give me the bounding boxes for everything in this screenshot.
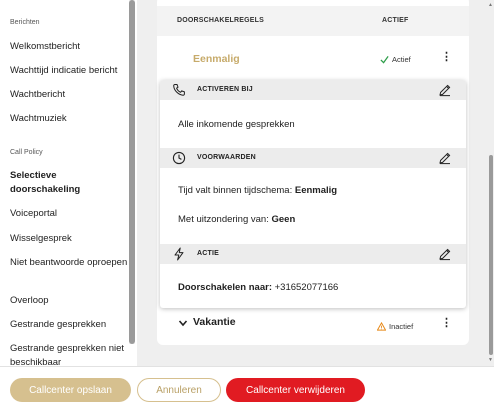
rule-detail-panel: ACTIVEREN BIJ Alle inkomende gesprekken … — [160, 80, 466, 308]
sidebar-item-voiceportal[interactable]: Voiceportal — [10, 207, 128, 221]
edit-icon[interactable] — [438, 83, 452, 97]
sidebar-item-wachtmuziek[interactable]: Wachtmuziek — [10, 112, 128, 126]
status-label: Inactief — [389, 322, 414, 331]
scroll-up-arrow-icon[interactable]: ▲ — [488, 2, 493, 8]
edit-icon[interactable] — [438, 151, 452, 165]
exception-condition: Met uitzondering van: Geen — [178, 214, 295, 225]
table-header: DOORSCHAKELREGELS ACTIEF — [157, 6, 469, 36]
scroll-down-arrow-icon[interactable]: ▼ — [488, 357, 493, 363]
clock-icon — [172, 151, 186, 165]
warning-icon — [377, 322, 386, 331]
edit-icon[interactable] — [438, 247, 452, 261]
main-scrollbar-thumb[interactable] — [489, 155, 493, 355]
forward-value: +31652077166 — [274, 282, 339, 293]
section-header-action: ACTIE — [160, 244, 466, 264]
section-title: ACTIE — [197, 250, 219, 257]
status-badge: Actief — [380, 55, 411, 64]
save-callcenter-button[interactable]: Callcenter opslaan — [10, 378, 131, 402]
kebab-menu-icon[interactable]: ⋮ — [441, 316, 452, 329]
sidebar-scrollbar-thumb[interactable] — [129, 0, 135, 344]
lightning-icon — [174, 247, 184, 261]
forward-target: Doorschakelen naar: +31652077166 — [178, 282, 338, 293]
status-label: Actief — [392, 55, 411, 64]
sidebar-item-wachttijd-indicatie[interactable]: Wachttijd indicatie bericht — [10, 64, 128, 78]
sidebar-item-selectieve-doorschakeling[interactable]: Selectieve doorschakeling — [10, 169, 128, 197]
sidebar: Berichten Welkomstbericht Wachttijd indi… — [0, 0, 137, 372]
sidebar-item-niet-beantwoorde-oproepen[interactable]: Niet beantwoorde oproepen — [10, 256, 128, 270]
sidebar-item-welkomstbericht[interactable]: Welkomstbericht — [10, 40, 128, 54]
sidebar-section-call-policy: Call Policy — [10, 149, 43, 156]
column-header-rules: DOORSCHAKELREGELS — [177, 17, 265, 24]
sidebar-item-gestrande-gesprekken[interactable]: Gestrande gesprekken — [10, 318, 128, 332]
schedule-condition: Tijd valt binnen tijdschema: Eenmalig — [178, 185, 337, 196]
sidebar-item-wisselgesprek[interactable]: Wisselgesprek — [10, 232, 128, 246]
phone-icon — [173, 84, 185, 96]
forward-label: Doorschakelen naar: — [178, 282, 272, 293]
rule-name[interactable]: Vakantie — [193, 316, 236, 328]
sidebar-item-overloop[interactable]: Overloop — [10, 294, 128, 308]
section-header-conditions: VOORWAARDEN — [160, 148, 466, 168]
section-header-activate: ACTIVEREN BIJ — [160, 80, 466, 100]
footer-action-bar: Callcenter opslaan Annuleren Callcenter … — [0, 366, 494, 408]
rule-name[interactable]: Eenmalig — [193, 53, 240, 65]
check-icon — [380, 55, 389, 64]
activate-value: Alle inkomende gesprekken — [178, 119, 295, 130]
schedule-label: Tijd valt binnen tijdschema: — [178, 185, 293, 196]
sidebar-item-wachtbericht[interactable]: Wachtbericht — [10, 88, 128, 102]
exception-value: Geen — [271, 214, 296, 225]
schedule-value: Eenmalig — [294, 185, 338, 196]
sidebar-section-berichten: Berichten — [10, 19, 40, 26]
delete-callcenter-button[interactable]: Callcenter verwijderen — [226, 378, 365, 402]
exception-label: Met uitzondering van: — [178, 214, 269, 225]
section-title: ACTIVEREN BIJ — [197, 86, 253, 93]
status-badge: Inactief — [377, 322, 413, 331]
kebab-menu-icon[interactable]: ⋮ — [441, 50, 452, 63]
cancel-button[interactable]: Annuleren — [137, 378, 221, 402]
column-header-active: ACTIEF — [382, 17, 409, 24]
section-title: VOORWAARDEN — [197, 154, 256, 161]
chevron-down-icon[interactable] — [178, 318, 188, 328]
